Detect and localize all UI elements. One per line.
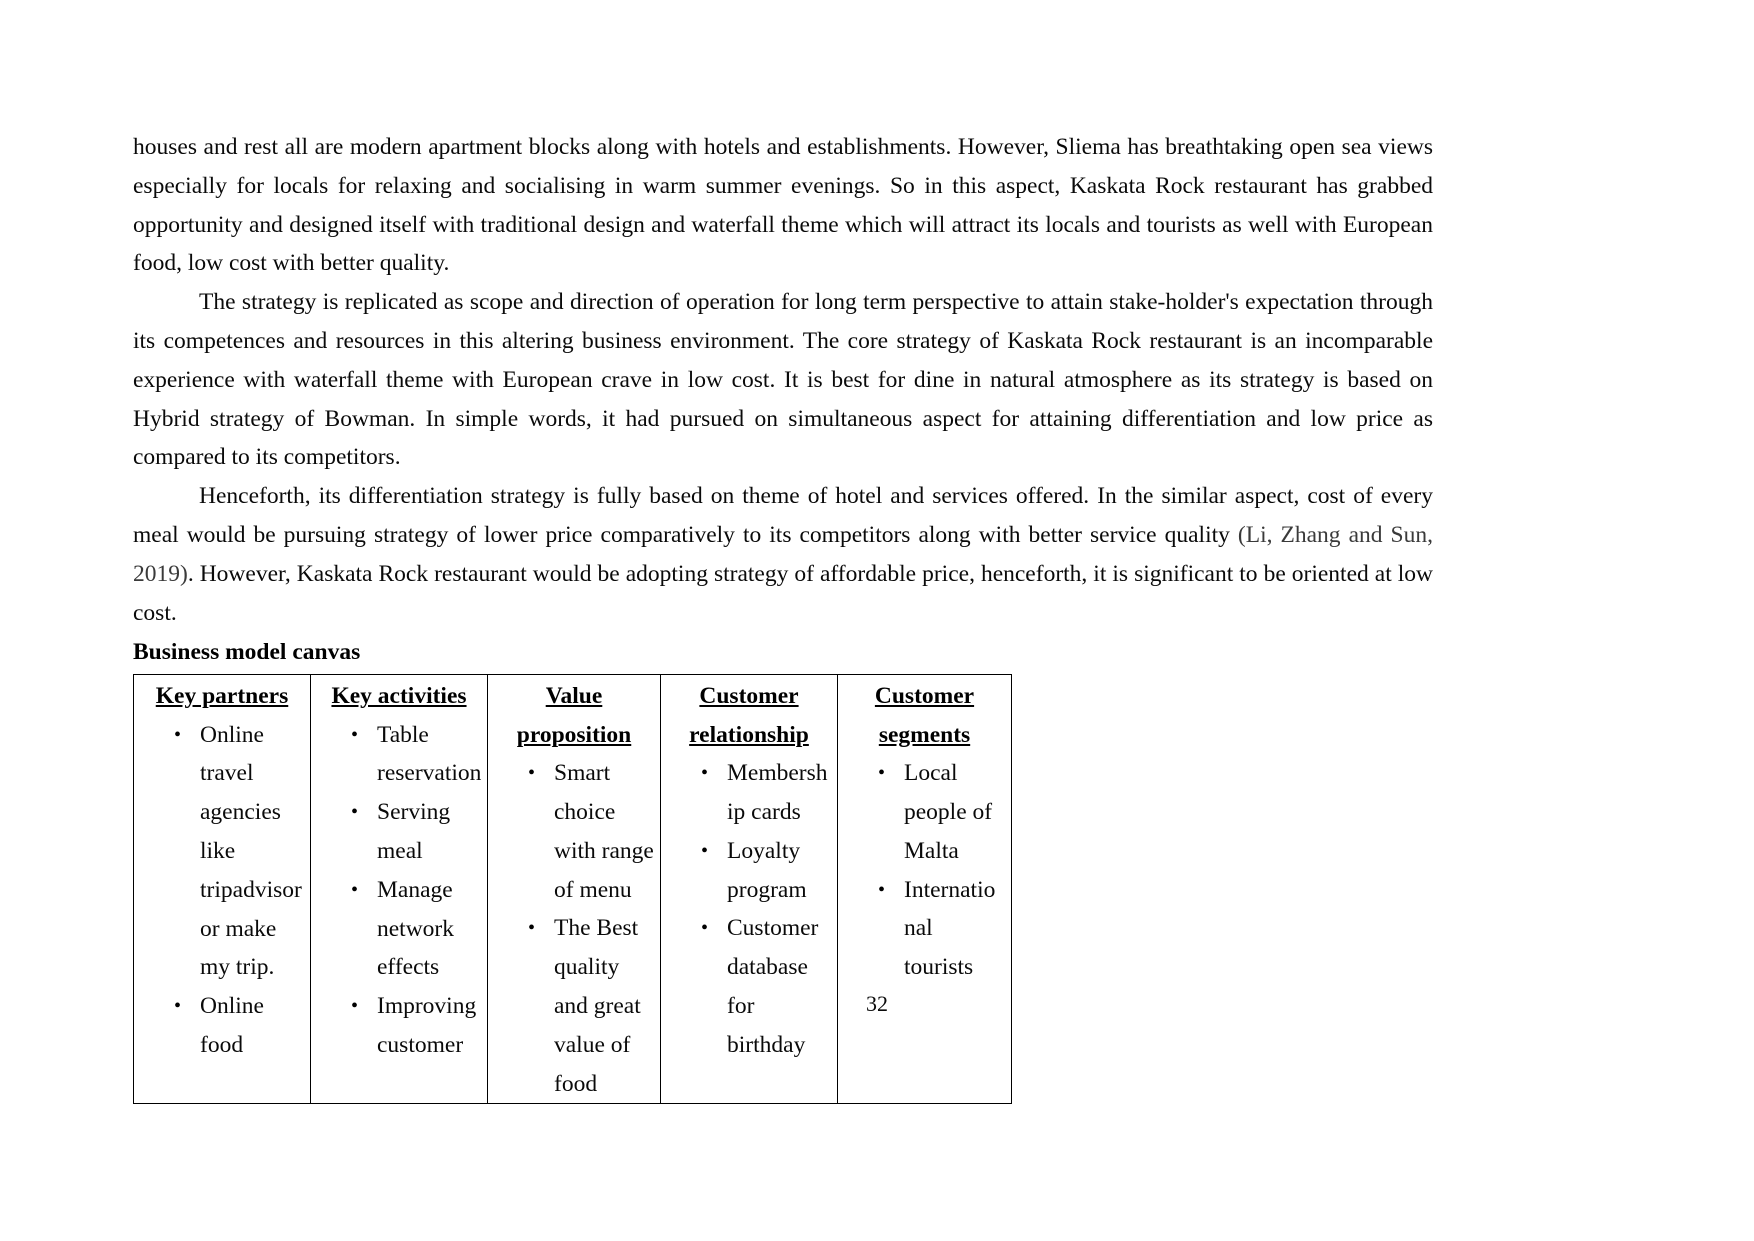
column-header-key-partners: Key partners (155, 683, 289, 710)
list-item: Online travel agencies like tripadvisor … (135, 716, 309, 988)
list-value-proposition: Smart choice with range of menu The Best… (489, 754, 660, 1103)
page-number: 32 (866, 991, 888, 1016)
table-cell-value-proposition: Value proposition Smart choice with rang… (487, 674, 661, 1105)
list-customer-segments: Local people of Malta International tour… (839, 754, 1011, 987)
list-item: Serving meal (312, 793, 486, 871)
paragraph-3: Henceforth, its differentiation strategy… (133, 477, 1433, 632)
table-row: Key partners Online travel agencies like… (133, 674, 1012, 1105)
column-header-customer-relationship: Customer relationship (689, 683, 809, 748)
list-item: Manage network effects (312, 871, 486, 987)
page-content: houses and rest all are modern apartment… (133, 128, 1433, 1105)
list-item: Local people of Malta (839, 754, 1010, 870)
paragraph-1: houses and rest all are modern apartment… (133, 134, 1433, 277)
section-heading-business-model-canvas: Business model canvas (133, 639, 361, 666)
document-page: houses and rest all are modern apartment… (0, 0, 1754, 1241)
paragraph-3-text-after-citation: . However, Kaskata Rock restaurant would… (133, 560, 1433, 626)
column-header-key-activities: Key activities (331, 683, 467, 710)
table-cell-customer-segments: Customer segments Local people of Malta … (837, 674, 1012, 1105)
list-item: Customer database for birthday (662, 909, 836, 1064)
paragraph-2: The strategy is replicated as scope and … (133, 289, 1433, 471)
list-item: Membership cards (662, 754, 836, 832)
table-cell-key-activities: Key activities Table reservation Serving… (310, 674, 488, 1105)
list-item: Smart choice with range of menu (489, 754, 659, 909)
column-header-customer-segments: Customer segments (874, 683, 975, 748)
table-cell-customer-relationship: Customer relationship Membership cards L… (660, 674, 838, 1105)
list-item: Loyalty program (662, 832, 836, 910)
business-model-canvas-table: Key partners Online travel agencies like… (133, 674, 1012, 1105)
table-cell-key-partners: Key partners Online travel agencies like… (133, 674, 311, 1105)
column-header-value-proposition: Value proposition (516, 683, 632, 748)
list-item: Table reservation (312, 716, 486, 794)
list-item: International tourists (839, 871, 1010, 987)
